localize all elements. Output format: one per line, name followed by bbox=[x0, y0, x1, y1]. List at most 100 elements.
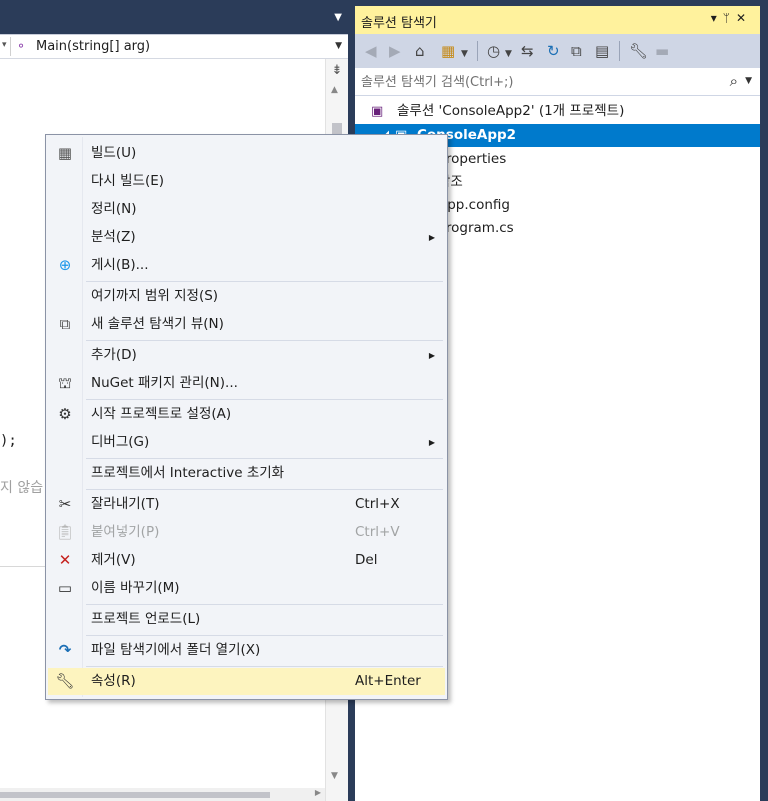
sync-with-document-icon[interactable]: ⇆ bbox=[521, 42, 534, 60]
gear-icon: ⚙ bbox=[58, 405, 72, 423]
editor-horizontal-scrollbar[interactable]: ▶ bbox=[0, 788, 325, 801]
solution-icon: ▣ bbox=[371, 104, 384, 119]
properties-wrench-icon[interactable]: 🔧︎ bbox=[629, 42, 648, 60]
back-icon[interactable]: ◀ bbox=[365, 42, 377, 60]
scroll-right-icon[interactable]: ▶ bbox=[315, 788, 321, 797]
open-folder-arrow-icon: ↷ bbox=[58, 641, 72, 659]
menu-item-build[interactable]: ▦ 빌드(U) bbox=[48, 140, 445, 167]
menu-item-label: 제거(V) bbox=[91, 552, 136, 568]
show-all-files-icon[interactable]: ▤ bbox=[595, 42, 609, 60]
tree-item-solution[interactable]: ▣ 솔루션 'ConsoleApp2' (1개 프로젝트) bbox=[355, 100, 760, 123]
paste-icon: 📋︎ bbox=[55, 523, 75, 541]
menu-item-label: 붙여넣기(P) bbox=[91, 524, 160, 540]
menu-item-manage-nuget[interactable]: ⛫ NuGet 패키지 관리(N)... bbox=[48, 370, 445, 397]
method-icon: ⚬ bbox=[16, 39, 27, 53]
remove-x-icon: ✕ bbox=[58, 551, 72, 569]
search-icon[interactable]: ⌕ bbox=[730, 72, 738, 90]
collapse-all-icon[interactable]: ⧉ bbox=[571, 42, 582, 60]
preview-selected-items-icon[interactable]: ▬ bbox=[655, 42, 669, 60]
publish-globe-icon: ⊕ bbox=[58, 256, 72, 274]
menu-separator bbox=[86, 666, 443, 667]
menu-item-analyze[interactable]: 분석(Z) ▶ bbox=[48, 224, 445, 251]
menu-item-rename[interactable]: ▭ 이름 바꾸기(M) bbox=[48, 575, 445, 602]
tab-dropdown-icon[interactable]: ▼ bbox=[334, 12, 342, 23]
h-scroll-thumb[interactable] bbox=[0, 792, 270, 798]
home-icon[interactable]: ⌂ bbox=[415, 42, 425, 60]
pin-icon[interactable]: ᛘ bbox=[723, 11, 736, 25]
code-comment-line: 지 않습 bbox=[0, 480, 44, 496]
menu-item-label: 파일 탐색기에서 폴더 열기(X) bbox=[91, 642, 261, 658]
tree-item-label: App.config bbox=[438, 197, 510, 213]
menu-item-shortcut: Ctrl+X bbox=[355, 496, 400, 512]
editor-tab-strip: ▼ bbox=[0, 0, 348, 34]
menu-item-label: 디버그(G) bbox=[91, 434, 150, 450]
menu-item-init-interactive[interactable]: 프로젝트에서 Interactive 초기화 bbox=[48, 460, 445, 487]
split-window-icon[interactable]: ⇟ bbox=[329, 63, 345, 79]
menu-item-cut[interactable]: ✂ 잘라내기(T) Ctrl+X bbox=[48, 491, 445, 518]
forward-icon[interactable]: ▶ bbox=[389, 42, 401, 60]
menu-item-label: 속성(R) bbox=[91, 673, 136, 689]
menu-separator bbox=[86, 489, 443, 490]
menu-item-label: 프로젝트 언로드(L) bbox=[91, 611, 201, 627]
menu-separator bbox=[86, 281, 443, 282]
filter-dropdown-icon[interactable]: ▼ bbox=[505, 45, 512, 63]
switch-views-dropdown-icon[interactable]: ▼ bbox=[461, 45, 468, 63]
menu-item-set-startup[interactable]: ⚙ 시작 프로젝트로 설정(A) bbox=[48, 401, 445, 428]
menu-item-add[interactable]: 추가(D) ▶ bbox=[48, 342, 445, 369]
menu-separator bbox=[86, 635, 443, 636]
menu-item-shortcut: Alt+Enter bbox=[355, 673, 421, 689]
refresh-icon[interactable]: ↻ bbox=[547, 42, 560, 60]
scroll-down-icon[interactable]: ▼ bbox=[331, 771, 338, 781]
menu-item-scope-to-this[interactable]: 여기까지 범위 지정(S) bbox=[48, 283, 445, 310]
menu-item-label: 시작 프로젝트로 설정(A) bbox=[91, 406, 232, 422]
rename-icon: ▭ bbox=[57, 579, 73, 597]
menu-item-label: NuGet 패키지 관리(N)... bbox=[91, 375, 238, 391]
menu-item-open-in-explorer[interactable]: ↷ 파일 탐색기에서 폴더 열기(X) bbox=[48, 637, 445, 664]
toolbar-separator bbox=[619, 41, 620, 61]
menu-item-rebuild[interactable]: 다시 빌드(E) bbox=[48, 168, 445, 195]
menu-item-clean[interactable]: 정리(N) bbox=[48, 196, 445, 223]
menu-separator bbox=[86, 340, 443, 341]
menu-separator bbox=[86, 458, 443, 459]
switch-views-icon[interactable]: ▦ bbox=[441, 42, 455, 60]
menu-item-paste[interactable]: 📋︎ 붙여넣기(P) Ctrl+V bbox=[48, 519, 445, 546]
scroll-up-icon[interactable]: ▲ bbox=[331, 85, 338, 95]
menu-item-remove[interactable]: ✕ 제거(V) Del bbox=[48, 547, 445, 574]
menu-item-label: 추가(D) bbox=[91, 347, 137, 363]
menu-item-label: 정리(N) bbox=[91, 201, 137, 217]
panel-title: 솔루션 탐색기 bbox=[361, 16, 437, 31]
tree-item-label: Program.cs bbox=[438, 220, 514, 236]
menu-item-publish[interactable]: ⊕ 게시(B)... bbox=[48, 252, 445, 279]
menu-item-label: 빌드(U) bbox=[91, 145, 137, 161]
menu-item-shortcut: Del bbox=[355, 552, 378, 568]
submenu-arrow-icon: ▶ bbox=[428, 438, 435, 447]
pending-changes-filter-icon[interactable]: ◷ bbox=[487, 42, 500, 60]
menu-item-label: 분석(Z) bbox=[91, 229, 136, 245]
menu-item-new-explorer-view[interactable]: ⧉ 새 솔루션 탐색기 뷰(N) bbox=[48, 311, 445, 338]
solution-explorer-title-bar: 솔루션 탐색기 ▾ᛘ✕ bbox=[355, 6, 760, 34]
close-icon[interactable]: ✕ bbox=[736, 11, 752, 25]
menu-item-properties[interactable]: 🔧︎ 속성(R) Alt+Enter bbox=[48, 668, 445, 695]
member-dropdown[interactable]: Main(string[] arg) bbox=[36, 39, 150, 54]
member-dropdown-arrow-icon[interactable]: ▼ bbox=[335, 41, 342, 51]
menu-item-label: 프로젝트에서 Interactive 초기화 bbox=[91, 465, 285, 481]
menu-item-label: 새 솔루션 탐색기 뷰(N) bbox=[91, 316, 224, 332]
menu-separator bbox=[86, 604, 443, 605]
search-input[interactable] bbox=[359, 72, 709, 92]
menu-item-label: 이름 바꾸기(M) bbox=[91, 580, 180, 596]
menu-item-unload-project[interactable]: 프로젝트 언로드(L) bbox=[48, 606, 445, 633]
search-options-dropdown-icon[interactable]: ▼ bbox=[745, 76, 752, 86]
menu-item-label: 여기까지 범위 지정(S) bbox=[91, 288, 219, 304]
solution-explorer-toolbar: ◀ ▶ ⌂ ▦ ▼ ◷ ▼ ⇆ ↻ ⧉ ▤ 🔧︎ ▬ bbox=[355, 34, 760, 68]
submenu-arrow-icon: ▶ bbox=[428, 351, 435, 360]
cut-icon: ✂ bbox=[58, 495, 72, 513]
type-dropdown-arrow-icon[interactable]: ▾ bbox=[2, 40, 7, 50]
nuget-icon: ⛫ bbox=[58, 374, 72, 392]
build-icon: ▦ bbox=[57, 144, 73, 162]
menu-item-shortcut: Ctrl+V bbox=[355, 524, 400, 540]
tree-item-label: Properties bbox=[438, 151, 507, 167]
project-context-menu: ▦ 빌드(U) 다시 빌드(E) 정리(N) 분석(Z) ▶ ⊕ 게시(B)..… bbox=[45, 134, 448, 700]
menu-item-debug[interactable]: 디버그(G) ▶ bbox=[48, 429, 445, 456]
window-position-dropdown-icon[interactable]: ▾ bbox=[711, 11, 723, 25]
menu-item-label: 다시 빌드(E) bbox=[91, 173, 165, 189]
